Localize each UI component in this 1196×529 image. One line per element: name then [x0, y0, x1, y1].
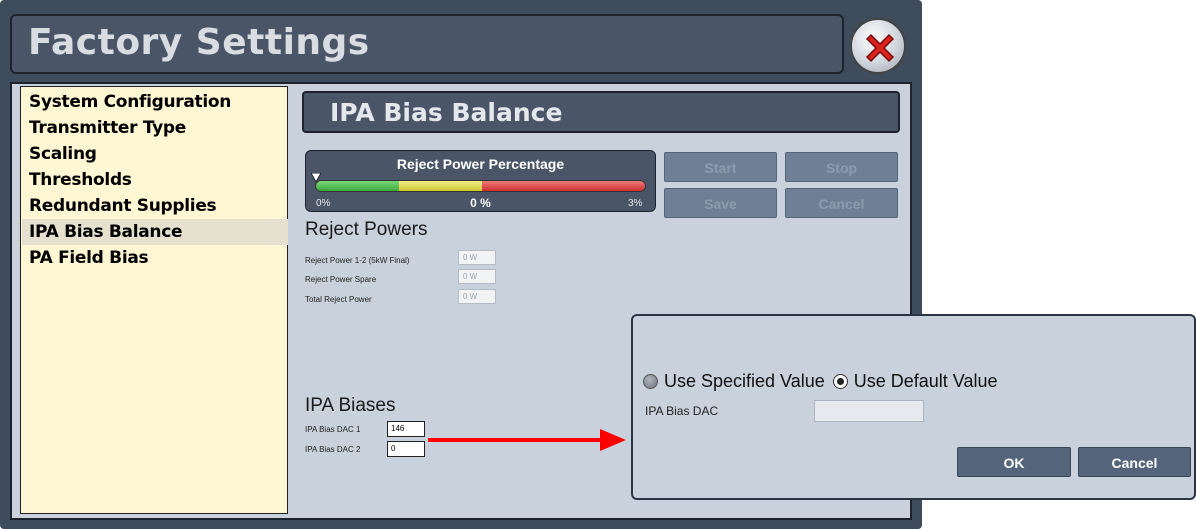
- meter-green-segment: [316, 181, 399, 191]
- reject-power-spare-field[interactable]: 0 W: [458, 269, 496, 284]
- meter-max-label: 3%: [628, 198, 643, 209]
- reject-power-label: Reject Power 1-2 (5kW Final): [305, 256, 410, 265]
- sidebar-item-system-configuration[interactable]: System Configuration: [27, 89, 287, 115]
- meter-red-segment: [482, 181, 645, 191]
- reject-meter-bar: [315, 180, 646, 192]
- reject-meter-title: Reject Power Percentage: [396, 156, 565, 172]
- dac-field-label: IPA Bias DAC: [645, 404, 719, 418]
- window-title: Factory Settings: [28, 22, 370, 63]
- save-button[interactable]: Save: [664, 188, 777, 218]
- sidebar-item-scaling[interactable]: Scaling: [27, 141, 287, 167]
- page-title: IPA Bias Balance: [330, 98, 563, 127]
- meter-marker-icon: [311, 173, 321, 182]
- start-button[interactable]: Start: [664, 152, 777, 182]
- reject-power-spare-label: Reject Power Spare: [305, 275, 377, 284]
- dac-value-field[interactable]: [814, 400, 924, 422]
- callout-arrow-icon: [428, 429, 626, 451]
- sidebar-item-ipa-bias-balance[interactable]: IPA Bias Balance: [22, 219, 288, 245]
- total-reject-power-label: Total Reject Power: [305, 295, 372, 304]
- close-icon: [865, 33, 895, 63]
- sidebar-item-pa-field-bias[interactable]: PA Field Bias: [27, 245, 287, 271]
- meter-value-label: 0 %: [470, 196, 491, 210]
- ipa-bias-dac-2-label: IPA Bias DAC 2: [305, 445, 361, 454]
- use-specified-radio[interactable]: [643, 374, 658, 389]
- stop-button[interactable]: Stop: [785, 152, 898, 182]
- reject-power-1-2-field[interactable]: 0 W: [458, 250, 496, 265]
- meter-yellow-segment: [399, 181, 482, 191]
- sidebar-item-transmitter-type[interactable]: Transmitter Type: [27, 115, 287, 141]
- ipa-biases-heading: IPA Biases: [305, 395, 396, 416]
- dialog-ok-button[interactable]: OK: [957, 447, 1071, 477]
- sidebar: System Configuration Transmitter Type Sc…: [20, 86, 288, 514]
- total-reject-power-field[interactable]: 0 W: [458, 289, 496, 304]
- sidebar-item-thresholds[interactable]: Thresholds: [27, 167, 287, 193]
- close-button[interactable]: [850, 18, 906, 74]
- dac-source-radio-group: Use Specified Value Use Default Value: [643, 371, 998, 392]
- use-specified-label: Use Specified Value: [664, 371, 825, 391]
- cancel-button[interactable]: Cancel: [785, 188, 898, 218]
- ipa-bias-dac-1-label: IPA Bias DAC 1: [305, 425, 361, 434]
- reject-powers-heading: Reject Powers: [305, 219, 428, 240]
- ipa-bias-dac-2-field[interactable]: 0: [387, 441, 425, 457]
- sidebar-item-redundant-supplies[interactable]: Redundant Supplies: [27, 193, 287, 219]
- ipa-bias-dac-1-field[interactable]: 146: [387, 421, 425, 437]
- use-default-label: Use Default Value: [853, 371, 998, 391]
- dialog-cancel-button[interactable]: Cancel: [1078, 447, 1191, 477]
- use-default-radio[interactable]: [832, 374, 848, 389]
